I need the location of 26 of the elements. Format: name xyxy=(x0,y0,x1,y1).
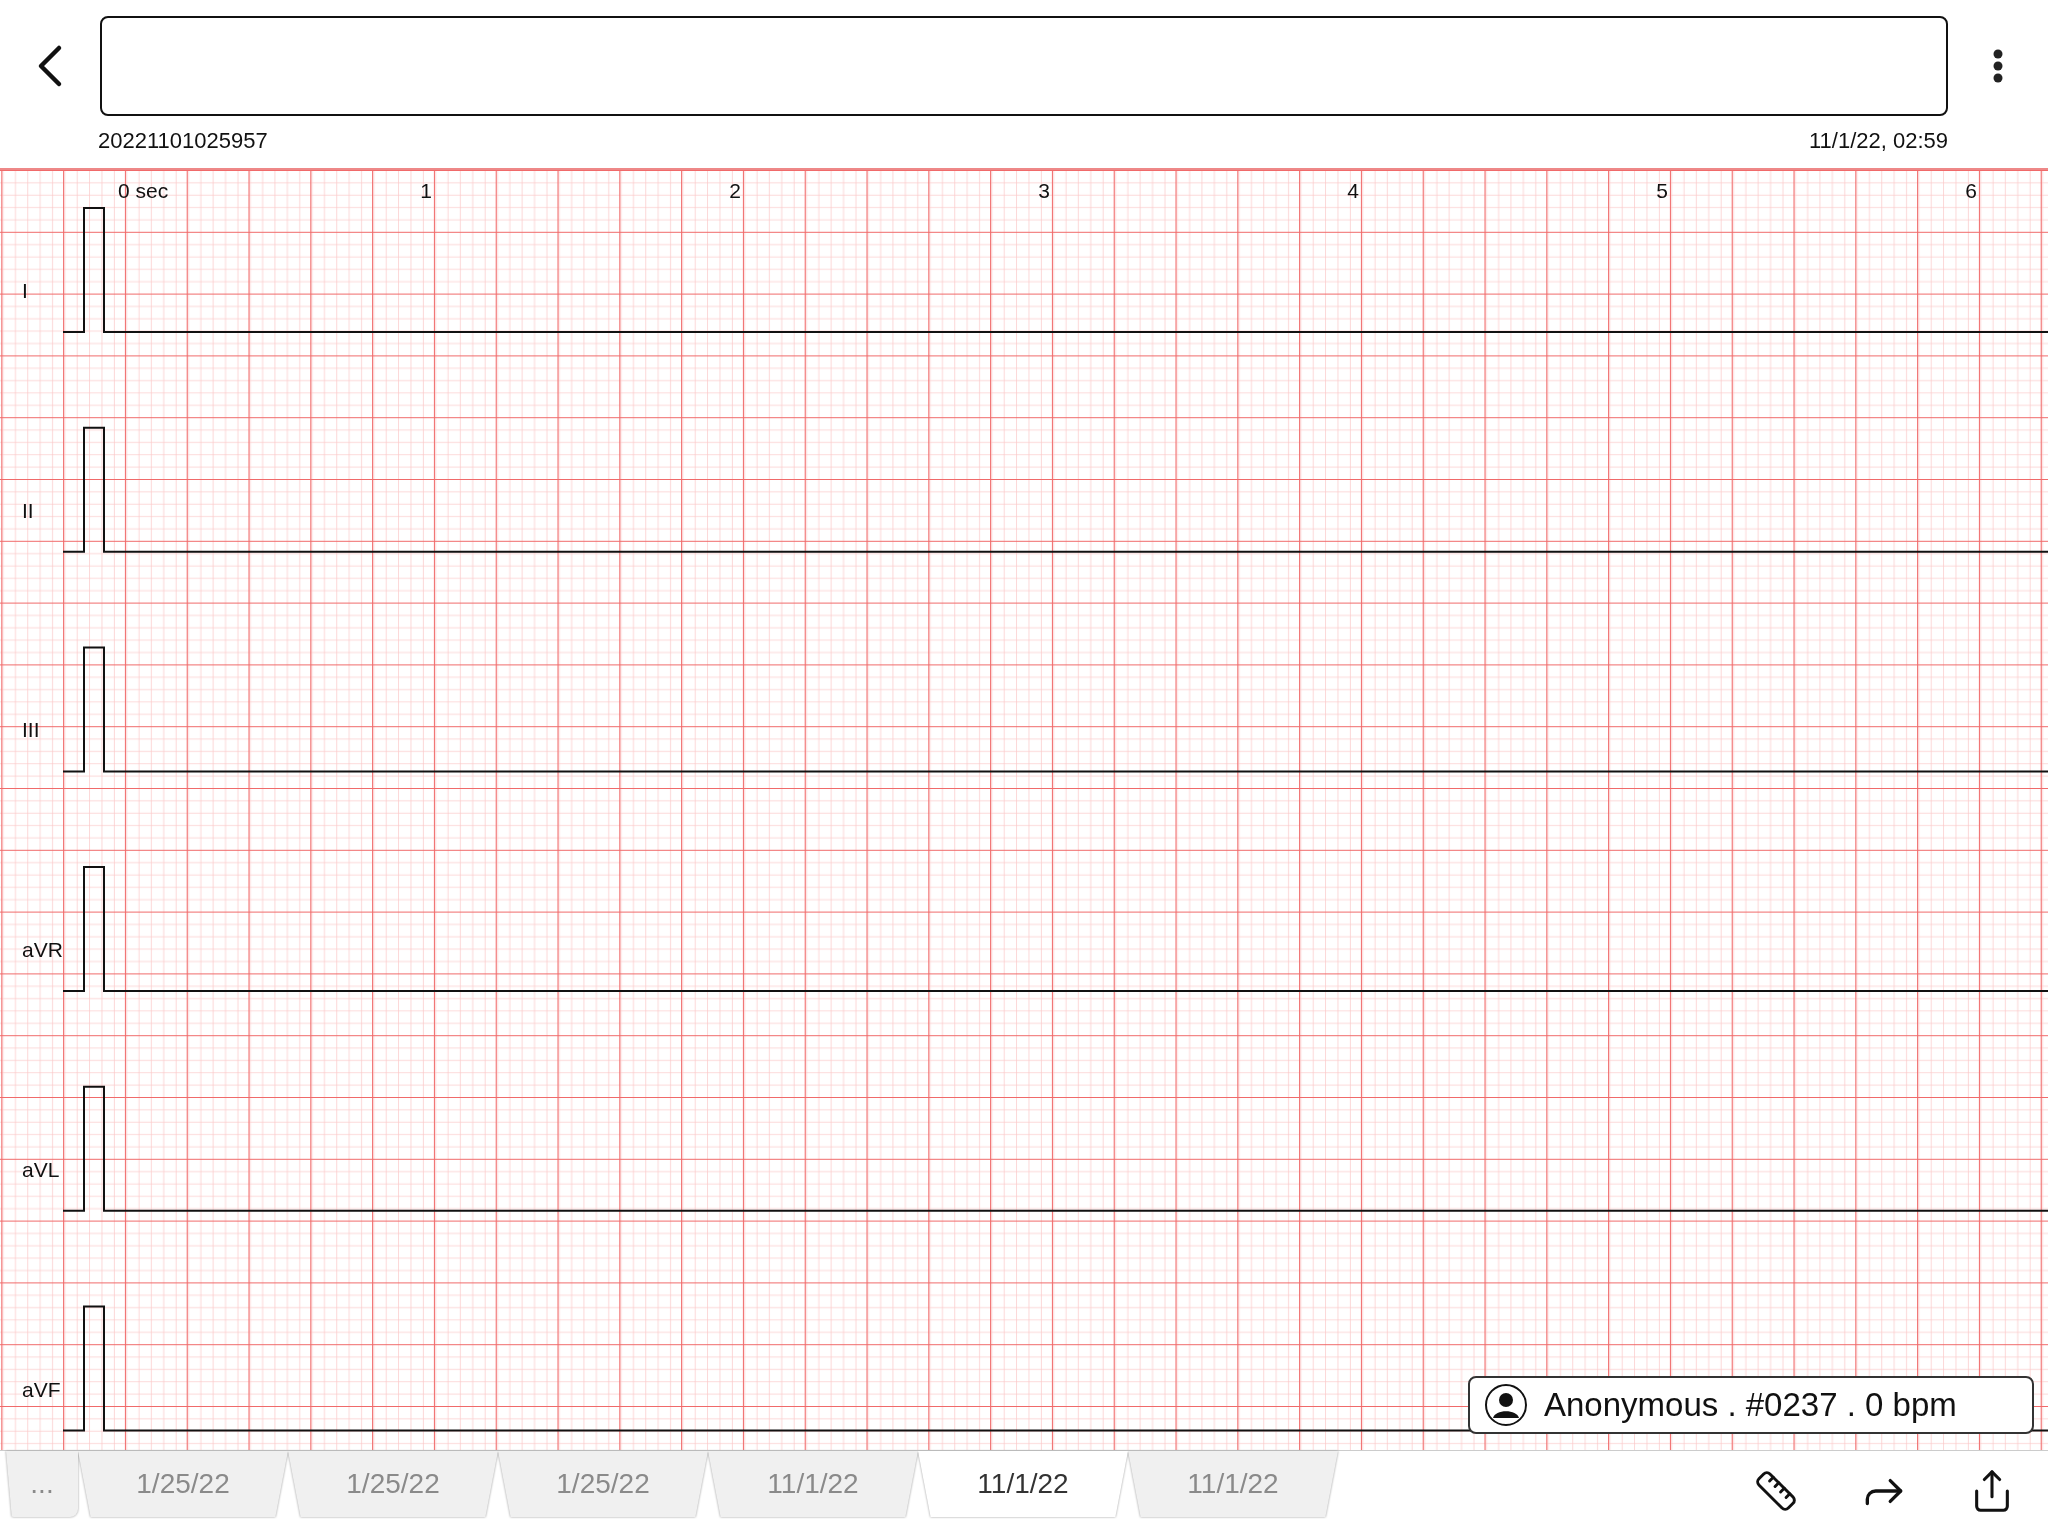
date-tab[interactable]: 11/1/22 xyxy=(1128,1451,1338,1517)
lead-label: III xyxy=(22,718,40,742)
time-label: 5 xyxy=(1656,179,1668,202)
time-label: 4 xyxy=(1347,179,1359,202)
time-label: 0 sec xyxy=(118,179,169,202)
date-tab[interactable]: ... xyxy=(6,1451,78,1517)
time-label: 6 xyxy=(1965,179,1977,202)
date-tab[interactable]: 1/25/22 xyxy=(78,1451,288,1517)
lead-label: aVL xyxy=(22,1157,60,1181)
date-tab[interactable]: 1/25/22 xyxy=(498,1451,708,1517)
time-label: 2 xyxy=(729,179,741,202)
patient-summary: Anonymous . #0237 . 0 bpm xyxy=(1544,1386,1957,1424)
more-icon xyxy=(1993,49,2003,83)
date-tab[interactable]: 11/1/22 xyxy=(708,1451,918,1517)
recording-id: 20221101025957 xyxy=(98,128,268,154)
lead-label: aVF xyxy=(22,1377,61,1401)
time-label: 3 xyxy=(1038,179,1050,202)
title-field[interactable] xyxy=(100,16,1948,116)
avatar-icon xyxy=(1484,1383,1528,1427)
timestamp: 11/1/22, 02:59 xyxy=(1808,128,1948,154)
time-label: 1 xyxy=(420,179,432,202)
lead-label: II xyxy=(22,498,34,522)
lead-label: I xyxy=(22,279,28,302)
ruler-icon xyxy=(1754,1469,1798,1513)
lead-label: aVR xyxy=(22,938,63,962)
date-tab[interactable]: 1/25/22 xyxy=(288,1451,498,1517)
